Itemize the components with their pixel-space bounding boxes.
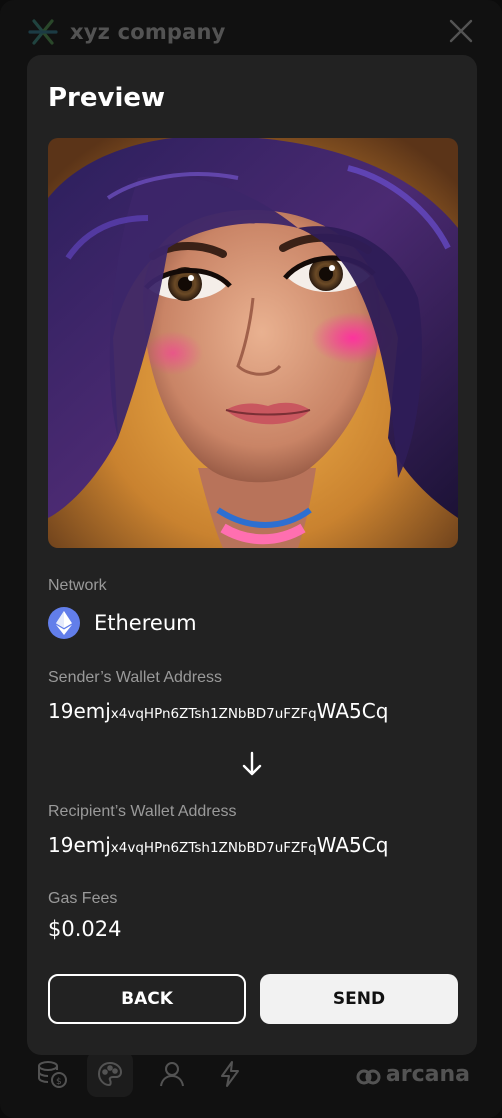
bottom-nav: $ arcana bbox=[0, 1046, 502, 1106]
activity-icon[interactable] bbox=[212, 1056, 248, 1092]
wallet-icon[interactable]: $ bbox=[34, 1056, 70, 1092]
back-button[interactable]: BACK bbox=[48, 974, 246, 1024]
brand-logo-icon bbox=[28, 19, 58, 45]
recipient-address-middle: x4vqHPn6ZTsh1ZNbBD7uFZFq bbox=[110, 840, 317, 856]
gas-fees-label: Gas Fees bbox=[48, 890, 118, 907]
gas-fees-value: $0.024 bbox=[48, 917, 122, 941]
arcana-logo-icon bbox=[356, 1069, 381, 1084]
ethereum-icon bbox=[48, 607, 80, 639]
network-row: Ethereum bbox=[48, 607, 197, 639]
arcana-brand: arcana bbox=[356, 1062, 470, 1087]
preview-modal: Preview Network Ethereum Sender’s Wallet… bbox=[27, 55, 477, 1055]
nft-gallery-icon[interactable] bbox=[87, 1051, 133, 1097]
recipient-address: 19emjx4vqHPn6ZTsh1ZNbBD7uFZFqWA5Cq bbox=[48, 833, 388, 857]
recipient-address-start: 19emj bbox=[48, 833, 111, 857]
svg-text:$: $ bbox=[56, 1077, 62, 1087]
recipient-address-label: Recipient’s Wallet Address bbox=[48, 803, 237, 820]
recipient-address-end: WA5Cq bbox=[316, 833, 389, 857]
sender-address-label: Sender’s Wallet Address bbox=[48, 669, 223, 686]
profile-icon[interactable] bbox=[154, 1056, 190, 1092]
arrow-down-icon bbox=[242, 751, 262, 776]
sender-address-start: 19emj bbox=[48, 699, 111, 723]
brand-header: xyz company bbox=[26, 12, 226, 52]
sender-address-middle: x4vqHPn6ZTsh1ZNbBD7uFZFq bbox=[110, 706, 317, 722]
modal-title: Preview bbox=[48, 83, 166, 113]
close-icon[interactable] bbox=[448, 18, 474, 44]
sender-address: 19emjx4vqHPn6ZTsh1ZNbBD7uFZFqWA5Cq bbox=[48, 699, 388, 723]
nft-portrait-illustration bbox=[48, 138, 458, 548]
brand-name: xyz company bbox=[70, 20, 226, 44]
network-value: Ethereum bbox=[94, 611, 197, 635]
network-label: Network bbox=[48, 577, 107, 594]
arcana-brand-name: arcana bbox=[385, 1062, 470, 1087]
send-button[interactable]: SEND bbox=[260, 974, 458, 1024]
nft-preview-image bbox=[48, 138, 458, 548]
sender-address-end: WA5Cq bbox=[316, 699, 389, 723]
